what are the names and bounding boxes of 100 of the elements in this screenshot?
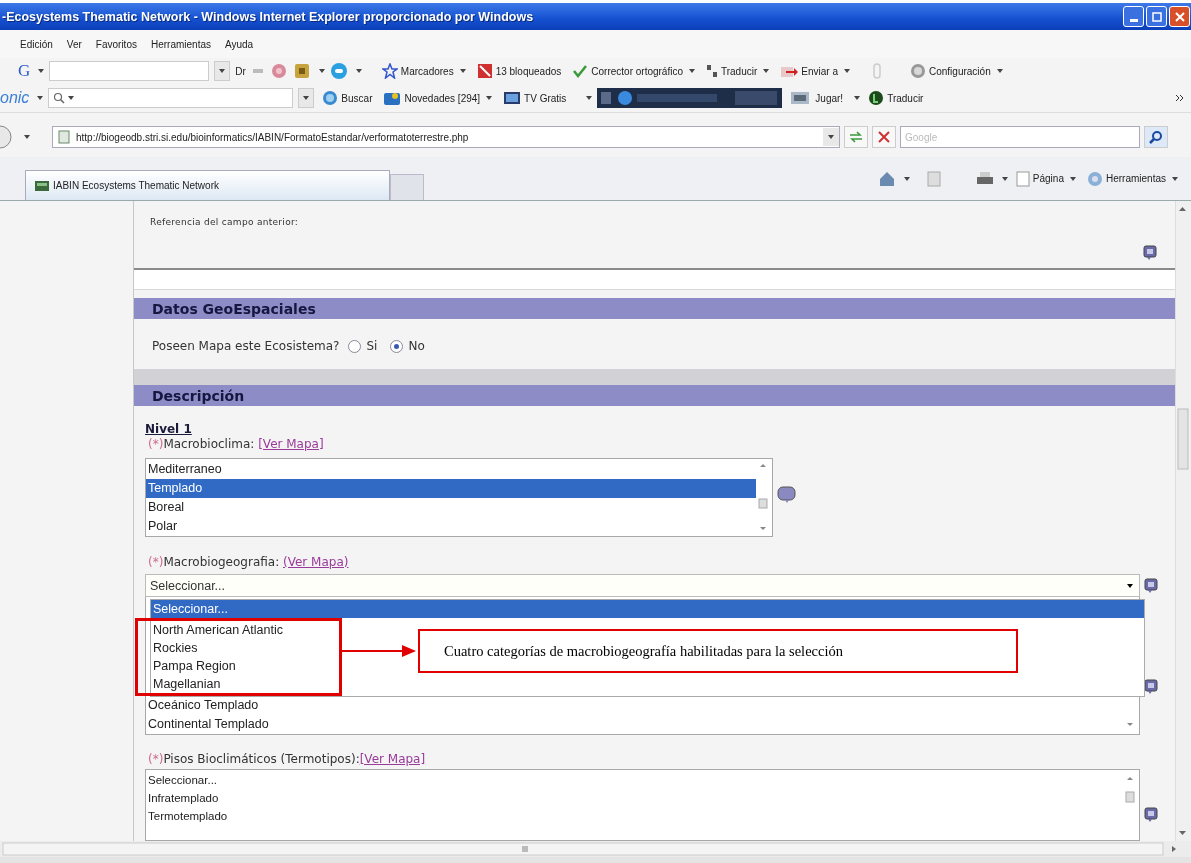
field-label: Referencia del campo anterior: — [150, 217, 299, 227]
list-option[interactable]: Mediterraneo — [146, 460, 756, 479]
map-link[interactable]: (Ver Mapa) — [283, 555, 349, 569]
caret-icon — [24, 135, 30, 139]
list-option[interactable]: Seleccionar... — [146, 771, 1123, 789]
dropdown-button[interactable] — [823, 128, 839, 146]
menu-item[interactable]: Ayuda — [225, 38, 254, 50]
browser-tab[interactable]: IABIN Ecosystems Thematic Network — [25, 170, 390, 200]
page-menu-button[interactable]: Página — [1012, 170, 1079, 187]
caret-icon — [37, 96, 44, 100]
search-icon — [1149, 130, 1163, 144]
radio-button[interactable] — [348, 339, 362, 353]
radio-button[interactable] — [390, 339, 404, 353]
maximize-button[interactable] — [1146, 6, 1167, 27]
help-icon[interactable] — [1144, 577, 1158, 594]
field-label: Pisos Bioclimáticos (Termotipos): — [163, 752, 360, 766]
search-icon — [53, 92, 66, 104]
dropdown-select[interactable]: Seleccionar... — [145, 574, 1140, 597]
list-option[interactable]: Templado — [146, 479, 756, 498]
listbox[interactable]: Mediterraneo Templado Boreal Polar — [145, 458, 773, 537]
bookmarks-button[interactable]: Marcadores — [378, 63, 469, 79]
paperclip-icon[interactable] — [870, 63, 884, 79]
back-button-icon[interactable] — [0, 125, 14, 149]
dropdown-button[interactable] — [298, 88, 315, 108]
list-option[interactable]: Infratemplado — [146, 789, 1123, 807]
toolbar-label: Dr — [235, 65, 246, 77]
google-logo[interactable]: G — [18, 61, 31, 81]
caret-icon — [38, 69, 45, 73]
dropdown-option[interactable]: Magellanian — [151, 675, 225, 693]
required-mark: (*) — [148, 555, 164, 569]
menu-item[interactable]: Ver — [66, 38, 82, 50]
caret-icon — [486, 96, 493, 100]
search-field[interactable] — [49, 61, 210, 81]
caret-icon — [1069, 176, 1076, 181]
translate-button[interactable]: Traducir — [703, 63, 773, 79]
dropdown-button[interactable] — [214, 61, 231, 81]
list-option[interactable]: Boreal — [146, 498, 756, 517]
star-icon — [381, 63, 398, 79]
stop-button[interactable] — [872, 126, 896, 148]
listbox[interactable]: Seleccionar... Infratemplado Termotemplado — [145, 769, 1140, 841]
caret-icon — [763, 69, 770, 73]
chevron-icon[interactable] — [1175, 93, 1185, 103]
caret-icon — [903, 176, 910, 181]
search-button[interactable]: Buscar — [319, 90, 376, 106]
home-icon[interactable] — [877, 169, 896, 188]
spellcheck-button[interactable]: Corrector ortográfico — [569, 63, 698, 79]
menu-item[interactable]: Herramientas — [150, 38, 211, 50]
search-field[interactable]: Google — [900, 126, 1140, 148]
chat-bubble-icon[interactable] — [329, 62, 348, 80]
address-field[interactable]: http://biogeodb.stri.si.edu/bioinformatics/IABIN/FormatoEstandar/verformatoterrestre.php — [52, 126, 840, 148]
dropdown-option[interactable]: North American Atlantic — [151, 621, 287, 639]
question-text: Poseen Mapa este Ecosistema? — [152, 339, 340, 354]
map-link[interactable]: [Ver Mapa] — [258, 437, 324, 451]
search-field[interactable] — [48, 88, 294, 108]
caret-icon — [459, 69, 466, 73]
list-option[interactable]: Termotemplado — [146, 807, 1123, 825]
help-icon[interactable] — [1144, 679, 1158, 695]
games-button[interactable]: Jugar! — [787, 90, 847, 106]
toolbar-brand[interactable]: onic — [0, 89, 30, 107]
dropdown-option[interactable]: Pampa Region — [151, 657, 240, 675]
menu-item[interactable]: Edición — [20, 38, 53, 50]
send-button[interactable]: Enviar a — [777, 63, 853, 79]
close-icon — [1174, 11, 1185, 22]
level-heading: Nivel 1 — [145, 422, 193, 437]
caret-icon — [844, 69, 850, 73]
dropdown-option[interactable]: Rockies — [151, 639, 202, 657]
tools-menu-button[interactable]: Herramientas — [1083, 170, 1181, 187]
list-option[interactable]: Polar — [146, 517, 756, 536]
map-link[interactable]: [Ver Mapa] — [359, 752, 426, 766]
settings-button[interactable]: Configuración — [907, 63, 1006, 79]
search-button[interactable] — [1144, 126, 1168, 148]
help-icon[interactable] — [1144, 807, 1158, 823]
menu-item[interactable]: Favoritos — [95, 38, 137, 50]
minimize-icon — [1129, 19, 1138, 22]
required-mark: (*) — [148, 752, 164, 766]
popup-blocker-button[interactable]: 13 bloqueados — [473, 63, 565, 79]
caret-icon — [355, 69, 362, 73]
caret-icon — [1001, 176, 1008, 181]
caret-icon — [586, 96, 593, 100]
help-icon[interactable] — [1143, 245, 1157, 261]
minimize-button[interactable] — [1123, 6, 1144, 27]
caret-icon — [1172, 176, 1178, 181]
dropdown-option[interactable]: Seleccionar... — [151, 600, 1144, 618]
close-button[interactable] — [1169, 6, 1190, 27]
list-option[interactable]: Oceánico Templado — [146, 696, 1123, 715]
field-label: Macrobioclima: — [163, 437, 255, 451]
section-header: Datos GeoEspaciales — [134, 298, 1175, 320]
media-player-widget[interactable] — [597, 88, 783, 108]
translate-button[interactable]: Traducir — [865, 90, 927, 106]
checkmark-icon — [572, 63, 589, 79]
field-label: Macrobiogeografia: — [163, 555, 280, 569]
news-button[interactable]: Novedades [294] — [380, 90, 496, 106]
list-option[interactable]: Continental Templado — [146, 715, 1123, 734]
callout-text: Cuatro categorías de macrobiogeografía habilitadas para la selección — [418, 629, 1018, 673]
caret-icon — [689, 69, 695, 73]
maximize-icon — [1151, 11, 1162, 22]
tv-button[interactable]: TV Gratis — [500, 90, 570, 106]
help-icon[interactable] — [777, 485, 797, 504]
refresh-button[interactable] — [844, 126, 868, 148]
print-icon[interactable] — [975, 170, 994, 187]
